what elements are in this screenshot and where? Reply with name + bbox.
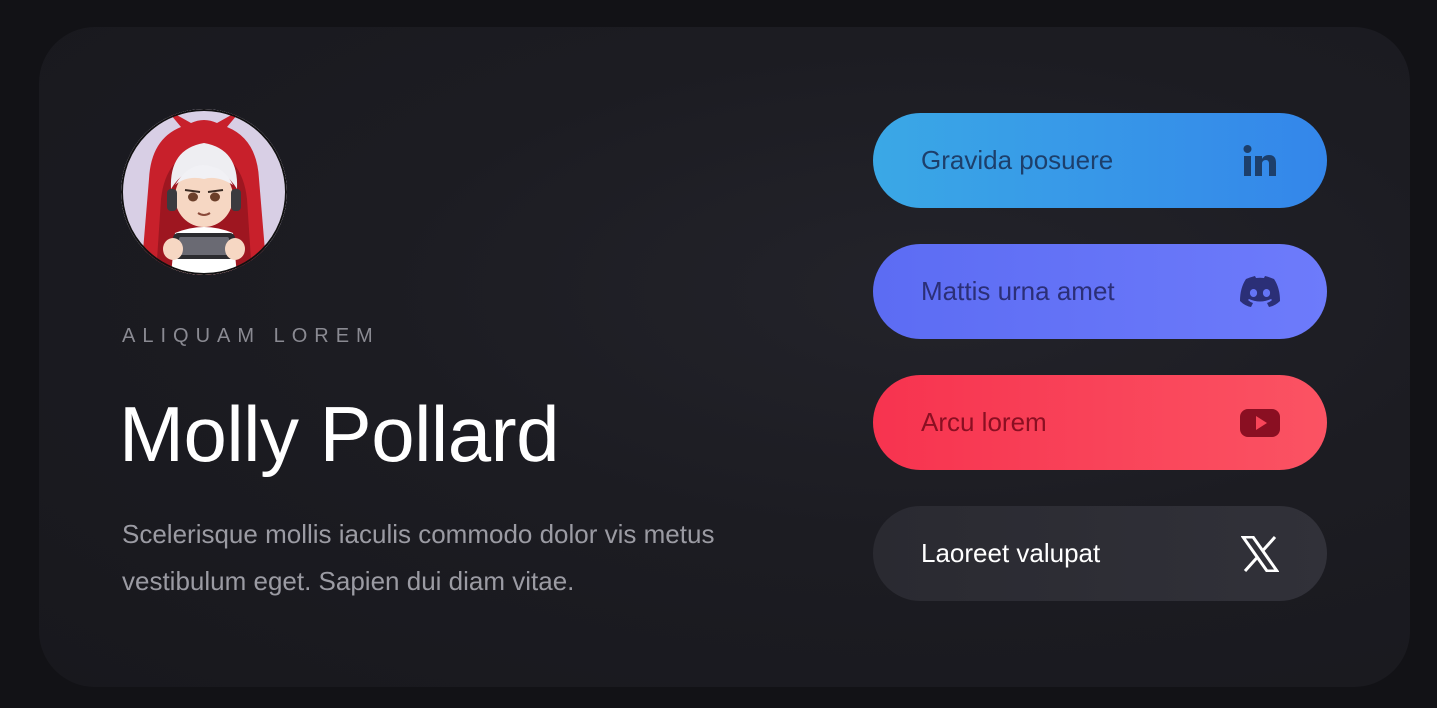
youtube-icon	[1239, 402, 1281, 444]
avatar-illustration	[121, 109, 287, 275]
linkedin-icon	[1239, 140, 1281, 182]
social-links: Gravida posuere Mattis urna amet Arcu lo…	[873, 113, 1327, 637]
linkedin-link-button[interactable]: Gravida posuere	[873, 113, 1327, 208]
youtube-link-button[interactable]: Arcu lorem	[873, 375, 1327, 470]
link-label: Gravida posuere	[921, 145, 1114, 175]
discord-icon	[1239, 271, 1281, 313]
avatar	[121, 109, 287, 275]
x-icon	[1239, 533, 1281, 575]
link-label: Laoreet valupat	[921, 538, 1101, 568]
profile-card: ALIQUAM LOREM Molly Pollard Scelerisque …	[39, 27, 1410, 687]
eyebrow-label: ALIQUAM LOREM	[122, 325, 380, 347]
discord-link-button[interactable]: Mattis urna amet	[873, 244, 1327, 339]
link-label: Arcu lorem	[921, 407, 1047, 437]
link-label: Mattis urna amet	[921, 276, 1115, 306]
x-link-button[interactable]: Laoreet valupat	[873, 506, 1327, 601]
profile-description: Scelerisque mollis iaculis commodo dolor…	[122, 519, 715, 596]
profile-name: Molly Pollard	[119, 390, 559, 478]
